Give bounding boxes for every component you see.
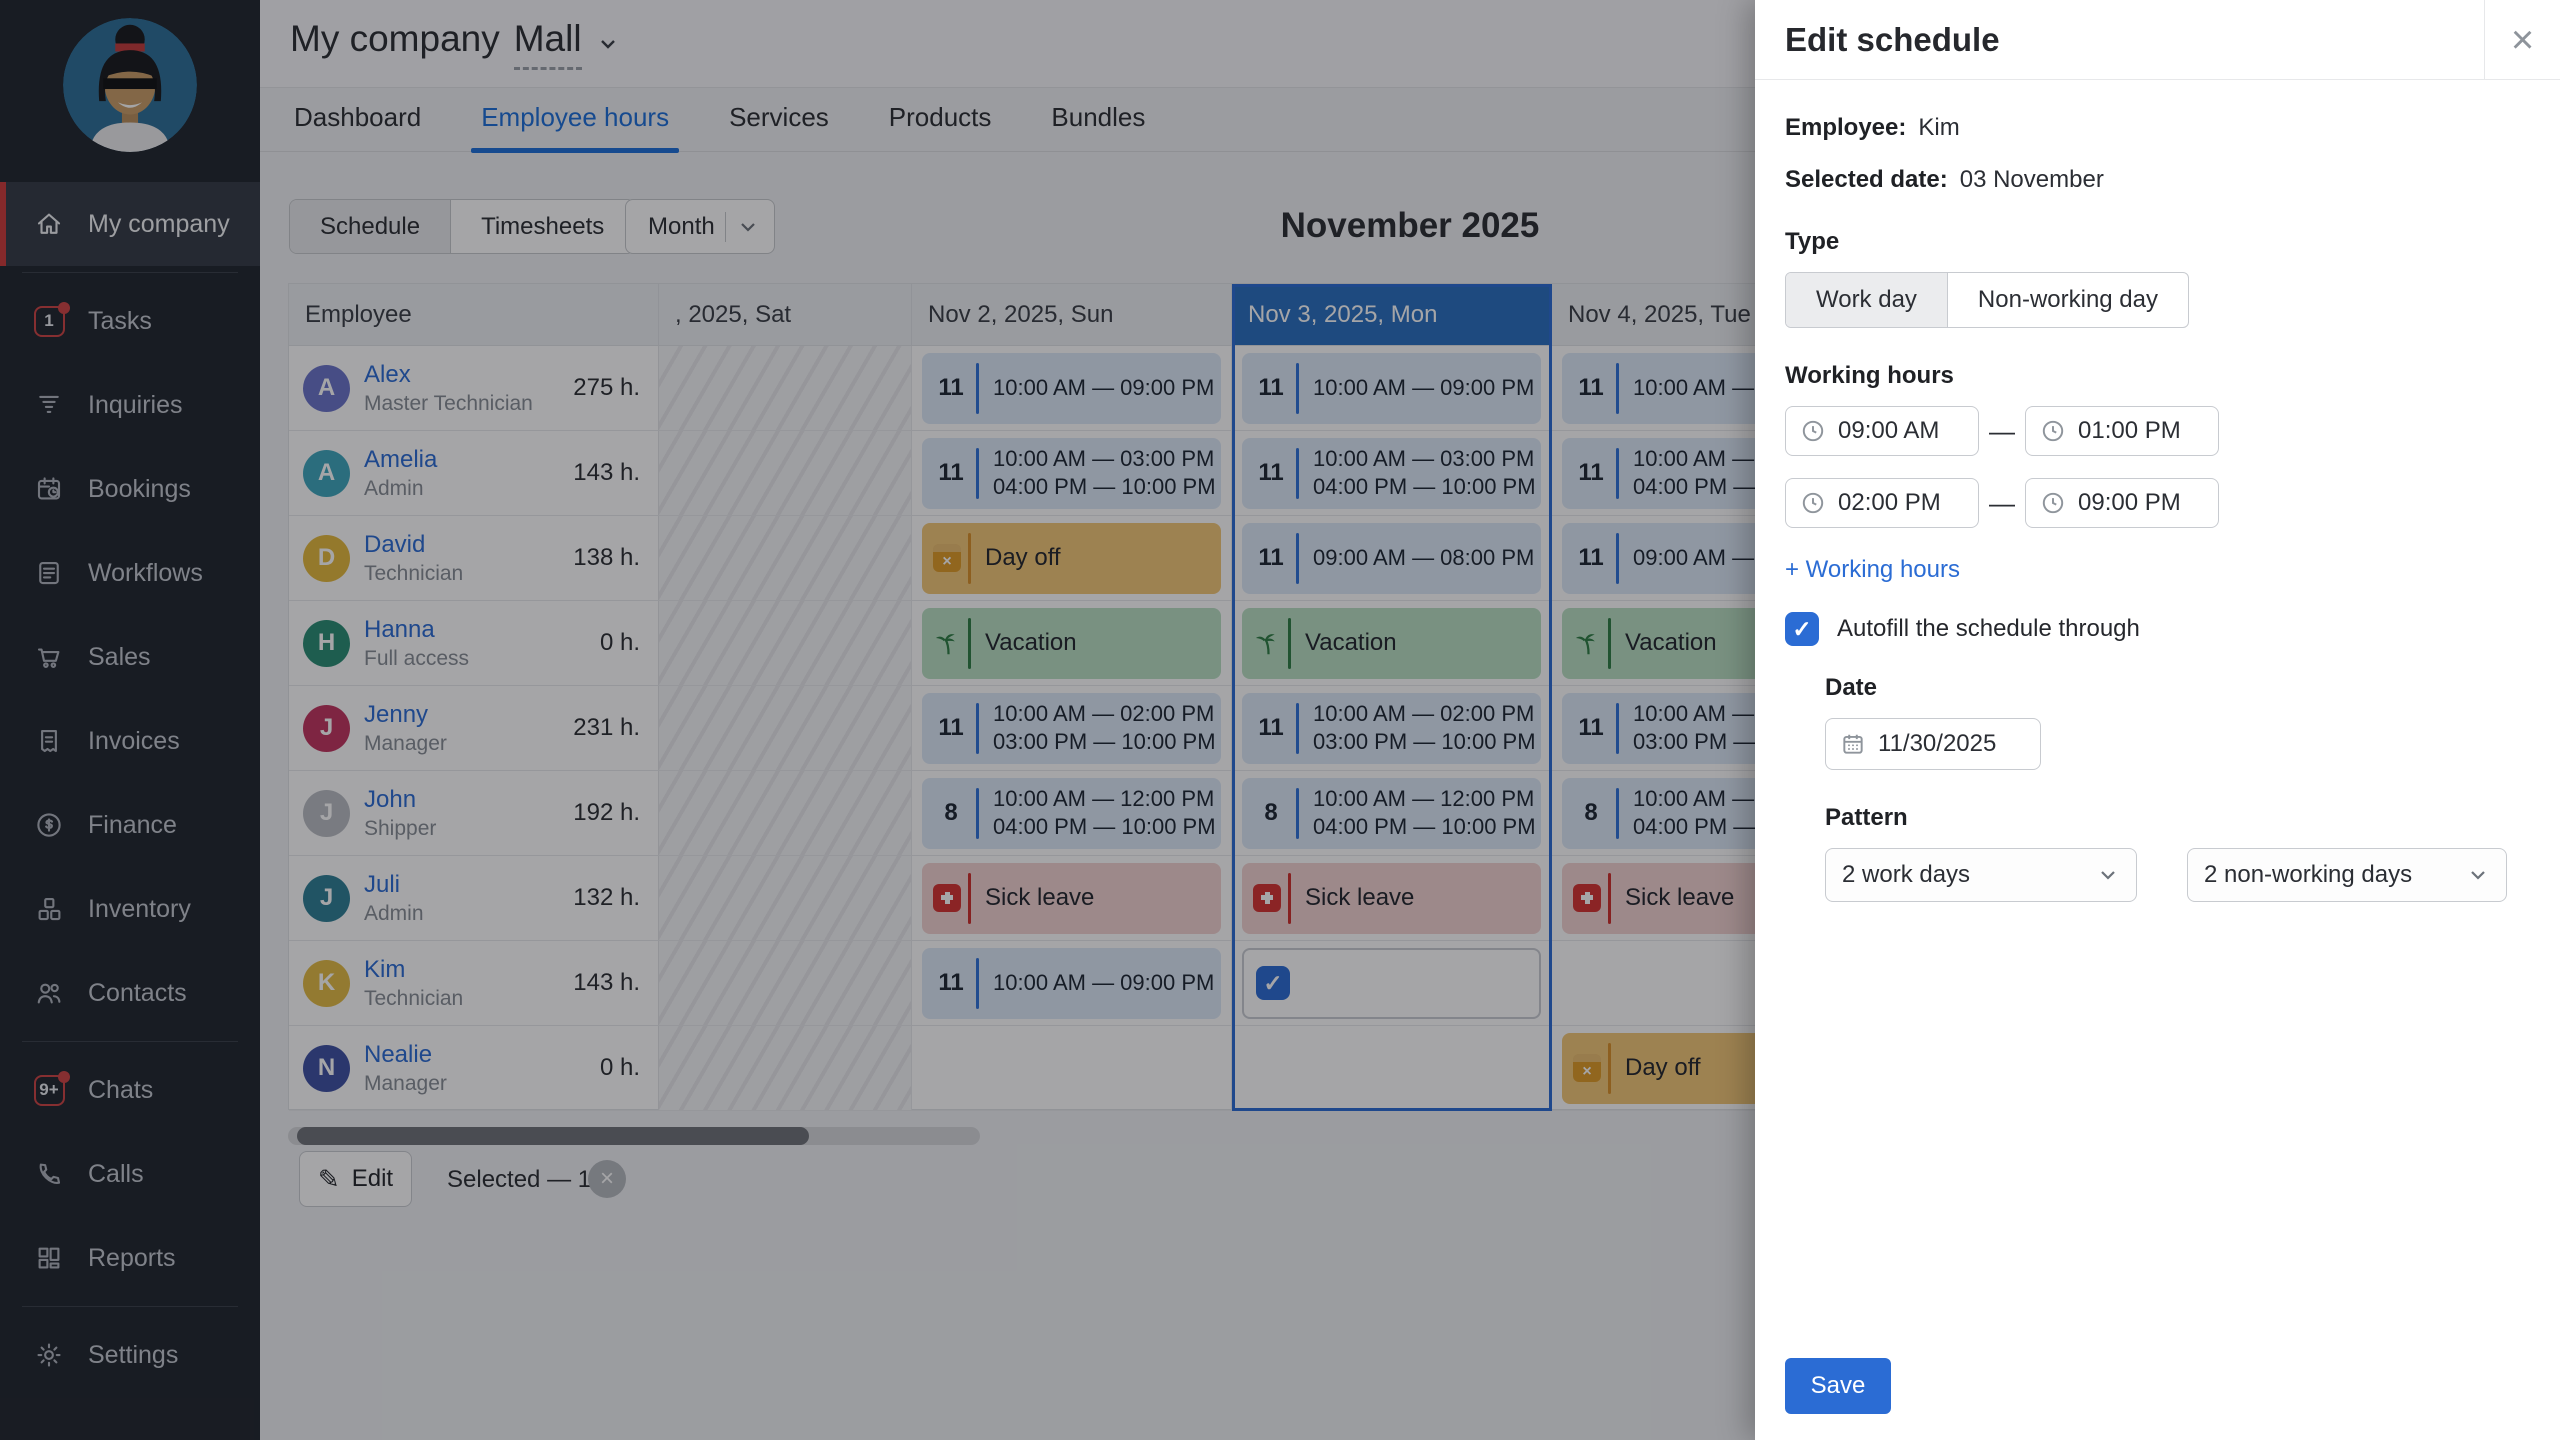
working-hours-row: 02:00 PM — 09:00 PM (1785, 478, 2530, 528)
working-hours-label: Working hours (1785, 362, 2530, 390)
chevron-down-icon (2466, 863, 2490, 887)
work-days-select-value: 2 work days (1842, 861, 1970, 889)
autofill-options: Date 11/30/2025 Pattern 2 work days (1825, 674, 2530, 902)
employee-value: Kim (1918, 114, 1959, 141)
autofill-row: ✓ Autofill the schedule through (1785, 612, 2530, 646)
add-working-hours-link[interactable]: + Working hours (1785, 556, 1960, 584)
start-time-input[interactable]: 02:00 PM (1785, 478, 1979, 528)
working-hours-row: 09:00 AM — 01:00 PM (1785, 406, 2530, 456)
chevron-down-icon (2096, 863, 2120, 887)
start-time-input[interactable]: 09:00 AM (1785, 406, 1979, 456)
date-label: Date (1825, 674, 2530, 702)
panel-body: Employee: Kim Selected date: 03 November T… (1755, 80, 2560, 902)
non-working-days-select[interactable]: 2 non-working days (2187, 848, 2507, 902)
employee-field: Employee: Kim (1785, 114, 2530, 142)
start-time-value: 02:00 PM (1838, 489, 1941, 517)
selected-date-field: Selected date: 03 November (1785, 166, 2530, 194)
time-range-dash: — (1979, 416, 2025, 447)
end-time-input[interactable]: 01:00 PM (2025, 406, 2219, 456)
selected-date-label: Selected date: (1785, 166, 1948, 193)
employee-label: Employee: (1785, 114, 1906, 141)
autofill-checkbox[interactable]: ✓ (1785, 612, 1819, 646)
date-input-value: 11/30/2025 (1878, 730, 1996, 758)
clock-icon (1800, 490, 1826, 516)
panel-title: Edit schedule (1785, 21, 2000, 59)
start-time-value: 09:00 AM (1838, 417, 1939, 445)
working-hours-rows: 09:00 AM — 01:00 PM 02:00 PM — 09:00 PM (1785, 406, 2530, 528)
day-type-toggle: Work dayNon-working day (1785, 272, 2189, 328)
app-root: My company1TasksInquiriesBookingsWorkflo… (0, 0, 2560, 1440)
autofill-label: Autofill the schedule through (1837, 615, 2140, 643)
type-label: Type (1785, 228, 2530, 256)
save-button[interactable]: Save (1785, 1358, 1891, 1414)
calendar-icon (1840, 731, 1866, 757)
end-time-value: 01:00 PM (2078, 417, 2181, 445)
panel-header: Edit schedule × (1755, 0, 2560, 80)
clock-icon (2040, 490, 2066, 516)
type-option-work-day[interactable]: Work day (1786, 273, 1947, 327)
clock-icon (1800, 418, 1826, 444)
non-working-days-select-value: 2 non-working days (2204, 861, 2412, 889)
close-panel-button[interactable]: × (2484, 0, 2560, 80)
pattern-row: 2 work days 2 non-working days (1825, 848, 2530, 902)
time-range-dash: — (1979, 488, 2025, 519)
checkmark-icon: ✓ (1792, 616, 1811, 643)
end-time-value: 09:00 PM (2078, 489, 2181, 517)
end-time-input[interactable]: 09:00 PM (2025, 478, 2219, 528)
type-option-non-working-day[interactable]: Non-working day (1948, 273, 2188, 327)
edit-schedule-panel: Edit schedule × Employee: Kim Selected da… (1755, 0, 2560, 1440)
date-input[interactable]: 11/30/2025 (1825, 718, 2041, 770)
clock-icon (2040, 418, 2066, 444)
work-days-select[interactable]: 2 work days (1825, 848, 2137, 902)
close-icon: × (2511, 18, 2534, 63)
pattern-label: Pattern (1825, 804, 2530, 832)
selected-date-value: 03 November (1960, 166, 2104, 193)
